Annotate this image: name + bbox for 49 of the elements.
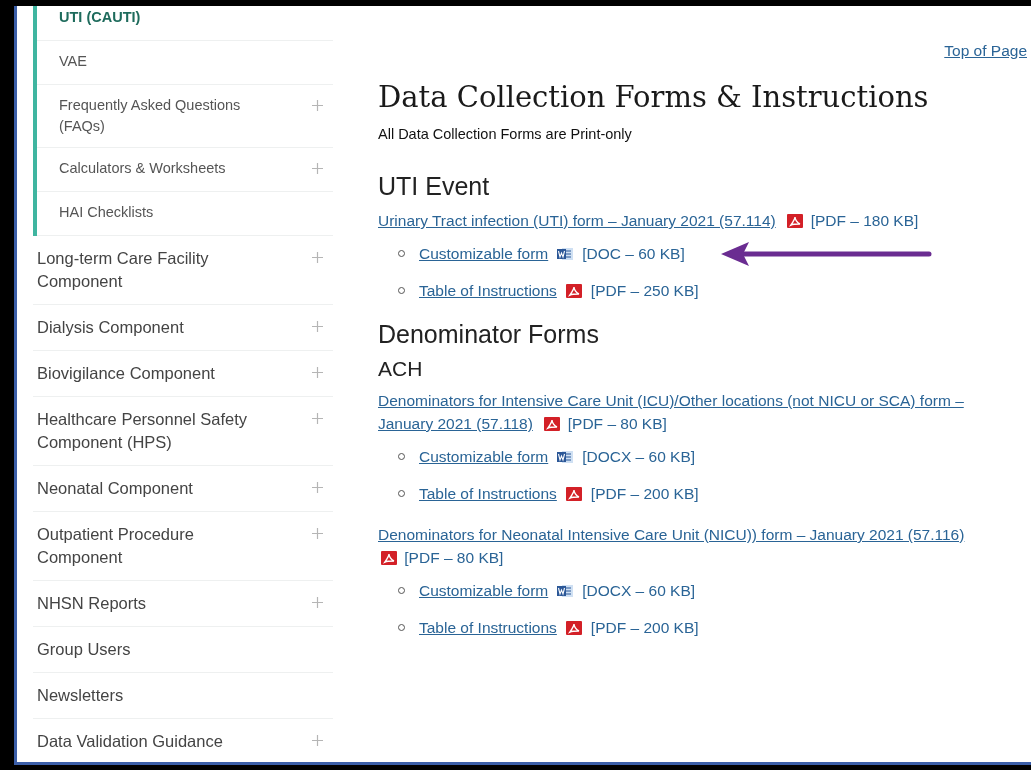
section-heading: UTI Event — [378, 172, 491, 201]
sidebar-item[interactable]: Data Validation Guidance — [33, 719, 333, 762]
form-link[interactable]: Customizable form — [419, 244, 549, 263]
page-title: Data Collection Forms & Instructions — [378, 80, 930, 114]
sidebar-item[interactable]: Dialysis Component — [33, 305, 333, 351]
expand-icon[interactable] — [312, 528, 323, 539]
expand-icon[interactable] — [312, 482, 323, 493]
sidebar-item[interactable]: VAE — [37, 41, 333, 85]
sidebar-item[interactable]: NHSN Reports — [33, 581, 333, 627]
sidebar-item[interactable]: Long-term Care Facility Component — [33, 236, 333, 305]
sidebar-item[interactable]: Frequently Asked Questions (FAQs) — [37, 85, 333, 148]
sidebar-item[interactable]: Biovigilance Component — [33, 351, 333, 397]
expand-icon[interactable] — [312, 367, 323, 378]
sidebar-item[interactable]: Newsletters — [33, 673, 333, 719]
file-size: [PDF – 180 KB] — [810, 212, 919, 229]
file-size: [PDF – 80 KB] — [404, 549, 504, 566]
top-of-page-link[interactable]: Top of Page — [944, 42, 1027, 60]
sidebar-item[interactable]: Group Users — [33, 627, 333, 673]
form-link[interactable]: Table of Instructions — [419, 281, 557, 300]
sidebar-item[interactable]: Healthcare Personnel Safety Component (HPS) — [33, 397, 333, 466]
expand-icon[interactable] — [312, 413, 323, 424]
expand-icon[interactable] — [312, 252, 323, 263]
expand-icon[interactable] — [312, 163, 323, 174]
form-link[interactable]: Table of Instructions — [419, 618, 557, 637]
form-link[interactable]: Urinary Tract infection (UTI) form – January 2021 (57.114) [PDF – 180 KB] — [378, 209, 974, 232]
expand-icon[interactable] — [312, 735, 323, 746]
sidebar-item[interactable]: Outpatient Procedure Component — [33, 512, 333, 581]
subtitle: All Data Collection Forms are Print-only — [378, 126, 633, 142]
form-link[interactable]: Customizable form — [419, 581, 549, 600]
form-link[interactable]: Denominators for Neonatal Intensive Care Unit (NICU)) form – January 2021 (57.116) [PDF – 80 KB] — [378, 523, 974, 569]
form-link[interactable]: Denominators for Intensive Care Unit (ICU)/Other locations (not NICU or SCA) form – January 2021 (57.118) [PDF – 80 KB] — [378, 389, 974, 435]
file-size: [DOCX – 60 KB] — [582, 447, 696, 466]
sidebar-item[interactable]: HAI Checklists — [37, 192, 333, 236]
form-link[interactable]: Customizable form — [419, 447, 549, 466]
sidebar-item[interactable]: Neonatal Component — [33, 466, 333, 512]
section-heading: Denominator Forms — [378, 320, 600, 349]
expand-icon[interactable] — [312, 100, 323, 111]
subsection-heading: ACH — [378, 357, 424, 381]
file-size: [DOC – 60 KB] — [582, 244, 685, 263]
expand-icon[interactable] — [312, 597, 323, 608]
file-size: [PDF – 200 KB] — [590, 618, 699, 637]
file-size: [PDF – 250 KB] — [590, 281, 699, 300]
expand-icon[interactable] — [312, 321, 323, 332]
file-size: [PDF – 80 KB] — [567, 415, 667, 432]
file-size: [DOCX – 60 KB] — [582, 581, 696, 600]
sidebar-item[interactable]: Calculators & Worksheets — [37, 148, 333, 192]
file-size: [PDF – 200 KB] — [590, 484, 699, 503]
sidebar-item[interactable]: UTI (CAUTI) — [37, 6, 333, 41]
form-link[interactable]: Table of Instructions — [419, 484, 557, 503]
